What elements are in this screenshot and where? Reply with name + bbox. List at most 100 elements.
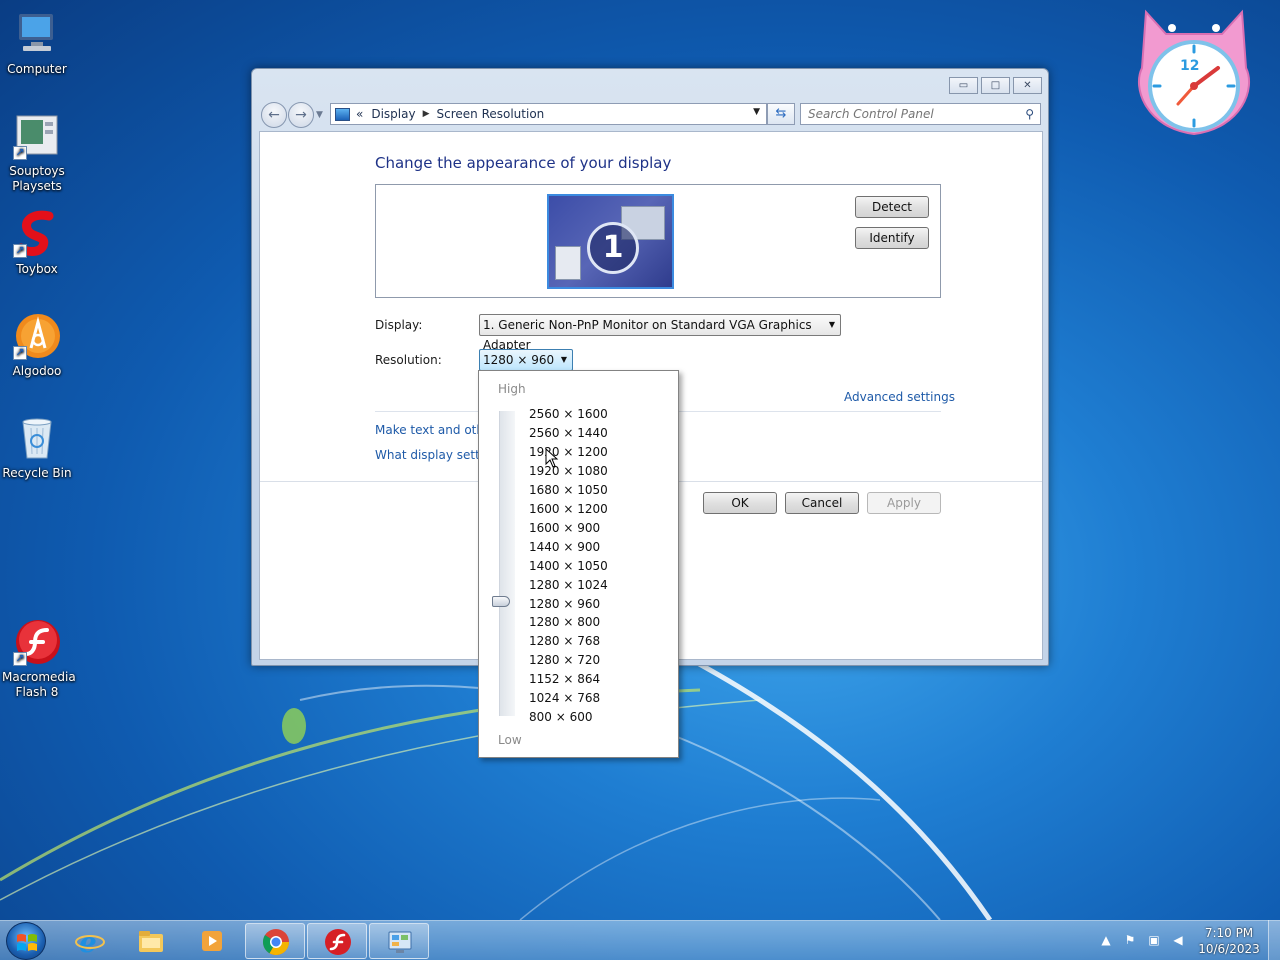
chevron-down-icon: ▼ xyxy=(560,355,567,364)
desktop-icon-recycle-bin[interactable]: Recycle Bin xyxy=(2,414,72,481)
slider-high-label: High xyxy=(498,382,526,396)
maximize-button[interactable]: □ xyxy=(981,77,1010,94)
cat-clock-icon xyxy=(1137,9,1251,136)
resolution-option[interactable]: 1600 × 1200 xyxy=(529,502,608,516)
resolution-option[interactable]: 1280 × 960 xyxy=(529,597,600,611)
resolution-option[interactable]: 800 × 600 xyxy=(529,710,593,724)
arrow-left-icon: ← xyxy=(268,107,280,123)
resolution-option[interactable]: 1400 × 1050 xyxy=(529,559,608,573)
advanced-settings-link[interactable]: Advanced settings xyxy=(844,390,955,404)
window-thumbnail-icon xyxy=(555,246,581,280)
taskbar-flash[interactable] xyxy=(307,923,367,959)
identify-button[interactable]: Identify xyxy=(855,227,929,249)
desktop-icon-computer[interactable]: Computer xyxy=(2,10,72,77)
search-input[interactable] xyxy=(801,104,1011,124)
desktop-icon-algodoo[interactable]: ↗ Algodoo xyxy=(2,312,72,379)
resolution-option[interactable]: 1440 × 900 xyxy=(529,540,600,554)
windows-logo-icon xyxy=(17,934,37,951)
address-bar[interactable]: « Display ▶ Screen Resolution ▼ xyxy=(330,103,767,125)
resolution-select[interactable]: 1280 × 960 ▼ xyxy=(479,349,573,371)
network-icon[interactable]: ▣ xyxy=(1146,933,1162,949)
computer-icon xyxy=(13,10,61,58)
back-button[interactable]: ← xyxy=(261,102,287,128)
svg-text:e: e xyxy=(79,926,97,956)
resolution-dropdown[interactable]: High 2560 × 1600 2560 × 1440 1920 × 1200 19… xyxy=(478,370,679,758)
souptoys-icon: ↗ xyxy=(13,112,61,160)
taskbar-control-panel[interactable] xyxy=(369,923,429,959)
clock-date: 10/6/2023 xyxy=(1198,942,1260,956)
cancel-button[interactable]: Cancel xyxy=(785,492,859,514)
arrow-right-icon: → xyxy=(295,107,307,123)
minimize-button[interactable]: ▭ xyxy=(949,77,978,94)
resolution-option[interactable]: 1024 × 768 xyxy=(529,691,600,705)
volume-muted-icon[interactable]: ◀ xyxy=(1170,933,1186,949)
search-box[interactable]: ⚲ xyxy=(800,103,1041,125)
resolution-option[interactable]: 1920 × 1080 xyxy=(529,464,608,478)
resolution-option[interactable]: 2560 × 1440 xyxy=(529,426,608,440)
shortcut-arrow-icon: ↗ xyxy=(13,146,27,160)
ok-button[interactable]: OK xyxy=(703,492,777,514)
breadcrumb-separator-icon[interactable]: ▶ xyxy=(423,109,430,119)
taskbar-chrome[interactable] xyxy=(245,923,305,959)
clock-time: 7:10 PM xyxy=(1204,926,1254,940)
taskbar-clock[interactable]: 7:10 PM 10/6/2023 xyxy=(1196,925,1262,957)
chrome-icon xyxy=(262,929,290,956)
shortcut-arrow-icon: ↗ xyxy=(13,346,27,360)
mouse-cursor-icon xyxy=(545,448,559,468)
resolution-slider-thumb[interactable] xyxy=(492,596,510,607)
resolution-option[interactable]: 1152 × 864 xyxy=(529,672,600,686)
desktop-icon-macromedia-flash[interactable]: ↗ Macromedia Flash 8 xyxy=(2,618,76,700)
slider-low-label: Low xyxy=(498,733,522,747)
resolution-option[interactable]: 2560 × 1600 xyxy=(529,407,608,421)
recent-pages-chevron-icon[interactable]: ▼ xyxy=(316,110,323,120)
apply-button[interactable]: Apply xyxy=(867,492,941,514)
show-desktop-button[interactable] xyxy=(1268,920,1280,960)
display-select[interactable]: 1. Generic Non-PnP Monitor on Standard V… xyxy=(479,314,841,352)
monitor-number: 1 xyxy=(587,222,639,274)
resolution-option[interactable]: 1680 × 1050 xyxy=(529,483,608,497)
media-player-icon xyxy=(202,931,222,951)
internet-explorer-icon: e xyxy=(75,926,105,956)
shortcut-arrow-icon: ↗ xyxy=(13,652,27,666)
desktop-icon-label: Recycle Bin xyxy=(2,466,72,480)
resolution-option[interactable]: 1280 × 720 xyxy=(529,653,600,667)
start-button[interactable] xyxy=(6,922,46,960)
desktop-icon-label: Toybox xyxy=(16,262,58,276)
breadcrumb-overflow[interactable]: « xyxy=(356,107,363,121)
taskbar-media-player[interactable] xyxy=(182,923,242,959)
search-icon[interactable]: ⚲ xyxy=(1025,107,1034,121)
desktop-icon-souptoys[interactable]: ↗ Souptoys Playsets xyxy=(2,112,72,194)
resolution-option[interactable]: 1280 × 768 xyxy=(529,634,600,648)
clock-numeral: 12 xyxy=(1180,58,1200,74)
breadcrumb-display[interactable]: Display xyxy=(371,107,415,121)
breadcrumb-screen-resolution[interactable]: Screen Resolution xyxy=(437,107,545,121)
resolution-option[interactable]: 1280 × 800 xyxy=(529,615,600,629)
flash-icon xyxy=(325,929,351,955)
taskbar-internet-explorer[interactable]: e xyxy=(60,923,120,959)
desktop-icon-toybox[interactable]: ↗ Toybox xyxy=(2,210,72,277)
control-panel-icon xyxy=(335,107,350,121)
detect-button[interactable]: Detect xyxy=(855,196,929,218)
action-center-flag-icon[interactable]: ⚑ xyxy=(1122,933,1138,949)
resolution-slider-track[interactable] xyxy=(499,411,515,716)
taskbar: e ▲ ⚑ ▣ ◀ xyxy=(0,920,1280,960)
resolution-option[interactable]: 1920 × 1200 xyxy=(529,445,608,459)
close-button[interactable]: ✕ xyxy=(1013,77,1042,94)
monitor-1-thumbnail[interactable]: 1 xyxy=(547,194,674,289)
display-label: Display: xyxy=(375,318,423,332)
forward-button[interactable]: → xyxy=(288,102,314,128)
control-panel-icon xyxy=(388,931,412,953)
resolution-label: Resolution: xyxy=(375,353,442,367)
refresh-button[interactable]: ⇆ xyxy=(767,103,795,125)
caption-buttons: ▭ □ ✕ xyxy=(946,77,1042,94)
address-dropdown-icon[interactable]: ▼ xyxy=(753,107,760,117)
desktop-icon-label: Macromedia Flash 8 xyxy=(2,670,76,699)
resolution-option[interactable]: 1280 × 1024 xyxy=(529,578,608,592)
resolution-option[interactable]: 1600 × 900 xyxy=(529,521,600,535)
shortcut-arrow-icon: ↗ xyxy=(13,244,27,258)
show-hidden-icons-icon[interactable]: ▲ xyxy=(1098,933,1114,949)
clock-gadget[interactable]: 12 xyxy=(1132,8,1256,140)
taskbar-file-explorer[interactable] xyxy=(121,923,181,959)
chevron-down-icon: ▼ xyxy=(828,320,835,329)
page-title: Change the appearance of your display xyxy=(375,154,672,172)
